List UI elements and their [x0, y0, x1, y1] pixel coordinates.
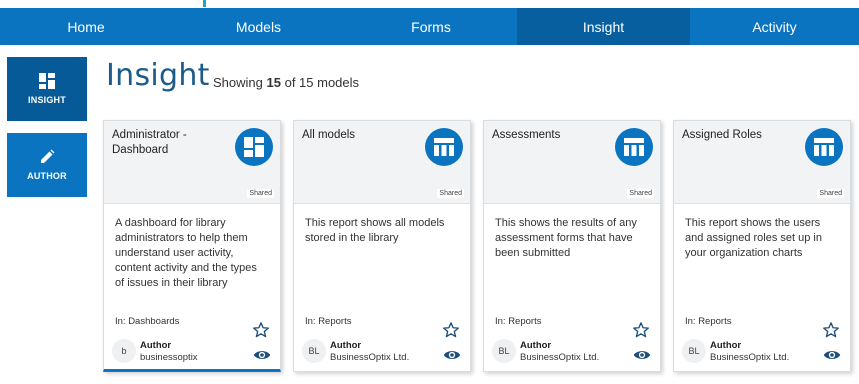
author-label: Author — [330, 340, 362, 351]
top-accent-mark — [203, 0, 206, 7]
avatar: b — [112, 339, 136, 363]
author-name: BusinessOptix Ltd. — [710, 352, 790, 363]
sidebar-author-label: AUTHOR — [27, 171, 67, 181]
shared-badge: Shared — [627, 189, 654, 198]
card-title: Administrator - Dashboard — [112, 129, 187, 156]
card-title: Assigned Roles — [682, 129, 762, 141]
showing-prefix: Showing — [213, 75, 263, 90]
card-description: A dashboard for library administrators t… — [115, 217, 257, 289]
table-icon — [615, 128, 653, 166]
nav-item-activity[interactable]: Activity — [690, 8, 859, 45]
card-description: This report shows all models stored in t… — [305, 217, 445, 244]
eye-icon[interactable] — [443, 349, 461, 361]
nav-item-home[interactable]: Home — [0, 8, 172, 45]
card-location: In: Reports — [685, 316, 732, 327]
eye-icon[interactable] — [823, 349, 841, 361]
report-card[interactable]: Assigned Roles Shared This report shows … — [673, 120, 851, 372]
shown-count: 15 — [266, 75, 281, 90]
sidebar-insight-label: INSIGHT — [28, 95, 66, 105]
pencil-icon — [41, 149, 55, 163]
star-icon[interactable] — [442, 321, 460, 339]
star-icon[interactable] — [822, 321, 840, 339]
avatar: BL — [682, 339, 706, 363]
card-location: In: Reports — [495, 316, 542, 327]
sidebar-insight-button[interactable]: INSIGHT — [7, 57, 87, 121]
author-name: businessoptix — [140, 352, 198, 363]
author-name: BusinessOptix Ltd. — [330, 352, 410, 363]
page-title: Insight — [106, 58, 210, 93]
author-label: Author — [140, 340, 172, 351]
avatar: BL — [302, 339, 326, 363]
report-card[interactable]: Assessments Shared This shows the result… — [483, 120, 661, 372]
shared-badge: Shared — [437, 189, 464, 198]
card-title: All models — [302, 129, 356, 141]
shared-badge: Shared — [817, 189, 844, 198]
table-icon — [425, 128, 463, 166]
top-nav: Home Models Forms Insight Activity — [0, 8, 859, 45]
dashboard-icon — [235, 128, 273, 166]
author-label: Author — [520, 340, 552, 351]
nav-item-forms[interactable]: Forms — [345, 8, 517, 45]
report-card[interactable]: Administrator - Dashboard Shared A dashb… — [103, 120, 281, 372]
card-location: In: Dashboards — [115, 316, 180, 327]
dashboard-icon — [39, 73, 55, 89]
author-name: BusinessOptix Ltd. — [520, 352, 600, 363]
sidebar-author-button[interactable]: AUTHOR — [7, 133, 87, 197]
author-label: Author — [710, 340, 742, 351]
shared-badge: Shared — [247, 189, 274, 198]
card-description: This report shows the users and assigned… — [685, 217, 822, 259]
table-icon — [805, 128, 843, 166]
star-icon[interactable] — [632, 321, 650, 339]
eye-icon[interactable] — [253, 349, 271, 361]
star-icon[interactable] — [252, 321, 270, 339]
showing-count: Showing 15 of 15 models — [213, 75, 359, 90]
avatar: BL — [492, 339, 516, 363]
nav-item-models[interactable]: Models — [172, 8, 345, 45]
card-location: In: Reports — [305, 316, 352, 327]
card-description: This shows the results of any assessment… — [495, 217, 637, 259]
eye-icon[interactable] — [633, 349, 651, 361]
nav-item-insight[interactable]: Insight — [517, 8, 690, 45]
showing-suffix: of 15 models — [284, 75, 360, 90]
report-card[interactable]: All models Shared This report shows all … — [293, 120, 471, 372]
card-title: Assessments — [492, 129, 561, 141]
